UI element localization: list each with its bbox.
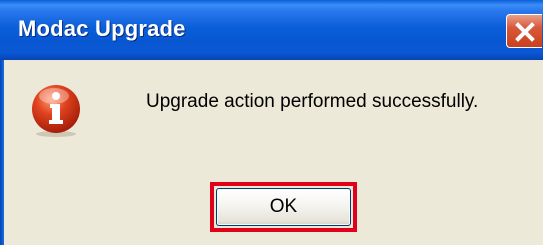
window-frame [0, 60, 4, 245]
ok-button[interactable]: OK [216, 188, 351, 226]
info-icon [32, 85, 80, 137]
title-bar[interactable]: Modac Upgrade [0, 0, 543, 60]
window-title: Modac Upgrade [18, 16, 186, 41]
dialog-message: Upgrade action performed successfully. [146, 91, 479, 112]
dialog-window: Modac Upgrade Upgrade action performed s… [0, 0, 543, 245]
close-button[interactable] [506, 14, 542, 48]
close-icon [515, 22, 535, 42]
